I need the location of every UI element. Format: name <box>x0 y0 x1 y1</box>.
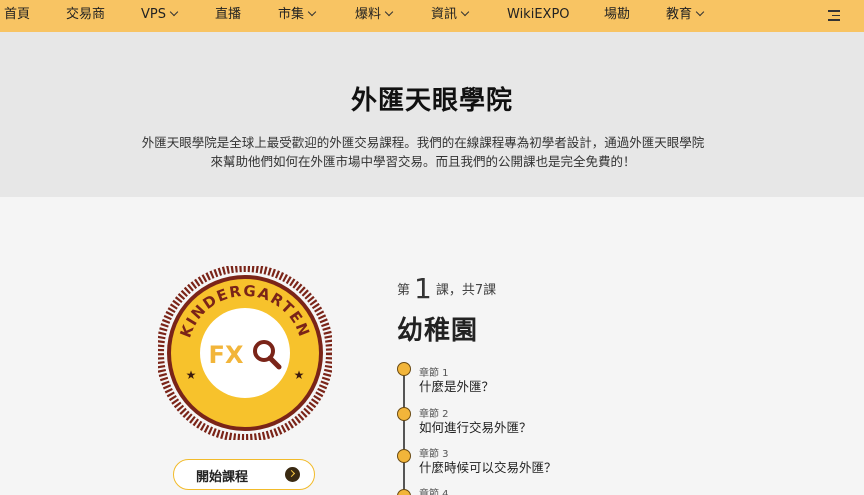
nav-item-exposure[interactable]: 爆料 <box>355 0 394 32</box>
nav-item-news[interactable]: 資訊 <box>431 0 470 32</box>
nav-item-vps[interactable]: VPS <box>141 0 179 32</box>
hero-section: 外匯天眼學院 外匯天眼學院是全球上最受歡迎的外匯交易課程。我們的在線課程專為初學… <box>0 32 864 197</box>
chapter-timeline <box>403 369 405 495</box>
nav-item-wikiexpo[interactable]: WikiEXPO <box>507 0 570 32</box>
chevron-down-icon <box>169 7 179 17</box>
chevron-down-icon <box>695 7 705 17</box>
chapter-link[interactable]: 如何進行交易外匯？ <box>419 417 532 436</box>
star-icon: ★ <box>186 368 197 382</box>
nav-item-live[interactable]: 直播 <box>215 0 241 32</box>
nav-item-home[interactable]: 首頁 <box>4 0 30 32</box>
nav-item-label: 場勘 <box>604 7 631 22</box>
nav-item-label: VPS <box>141 7 166 22</box>
chevron-right-icon <box>285 467 300 482</box>
start-course-button[interactable]: 開始課程 <box>173 459 315 490</box>
lesson-prefix: 第 <box>397 283 411 298</box>
chevron-down-icon <box>307 7 317 17</box>
badge-logo-text: FX <box>209 341 244 369</box>
lesson-suffix: 課，共7課 <box>435 283 497 298</box>
chapter-dot <box>397 362 411 376</box>
chevron-down-icon <box>384 7 394 17</box>
nav-item-label: 教育 <box>666 7 693 22</box>
nav-item-market[interactable]: 市集 <box>278 0 317 32</box>
chapter-label: 章節 4 <box>419 489 449 495</box>
nav-item-brokers[interactable]: 交易商 <box>66 0 105 32</box>
nav-item-survey[interactable]: 場勘 <box>604 0 630 32</box>
kindergarten-badge: KINDERGARTEN FX ★ ★ <box>158 266 332 440</box>
start-course-label: 開始課程 <box>196 470 249 485</box>
chapter-dot <box>397 449 411 463</box>
top-nav: 首頁 交易商 VPS 直播 市集 爆料 資訊 WikiEXPO 場勘 教育 <box>0 0 864 32</box>
nav-item-label: 交易商 <box>66 7 106 22</box>
nav-item-label: 資訊 <box>431 7 458 22</box>
nav-item-label: WikiEXPO <box>507 7 570 22</box>
lesson-number: 1 <box>414 272 432 305</box>
chapter-link[interactable]: 什麼時候可以交易外匯？ <box>419 457 557 476</box>
nav-item-label: 首頁 <box>4 7 31 22</box>
star-icon: ★ <box>294 368 305 382</box>
chevron-down-icon <box>460 7 470 17</box>
lesson-title: 幼稚園 <box>397 316 479 346</box>
hero-description: 外匯天眼學院是全球上最受歡迎的外匯交易課程。我們的在線課程專為初學者設計，通過外… <box>141 135 705 169</box>
nav-item-label: 爆料 <box>355 7 382 22</box>
nav-item-label: 直播 <box>215 7 242 22</box>
nav-item-education[interactable]: 教育 <box>666 0 705 32</box>
lesson-counter: 第 1 課，共7課 <box>397 272 496 305</box>
chapter-link[interactable]: 什麼是外匯？ <box>419 376 494 395</box>
page-title: 外匯天眼學院 <box>350 86 513 116</box>
nav-item-label: 市集 <box>278 7 305 22</box>
chapter-dot <box>397 407 411 421</box>
menu-icon[interactable] <box>828 10 840 22</box>
chapter-dot <box>397 489 411 495</box>
